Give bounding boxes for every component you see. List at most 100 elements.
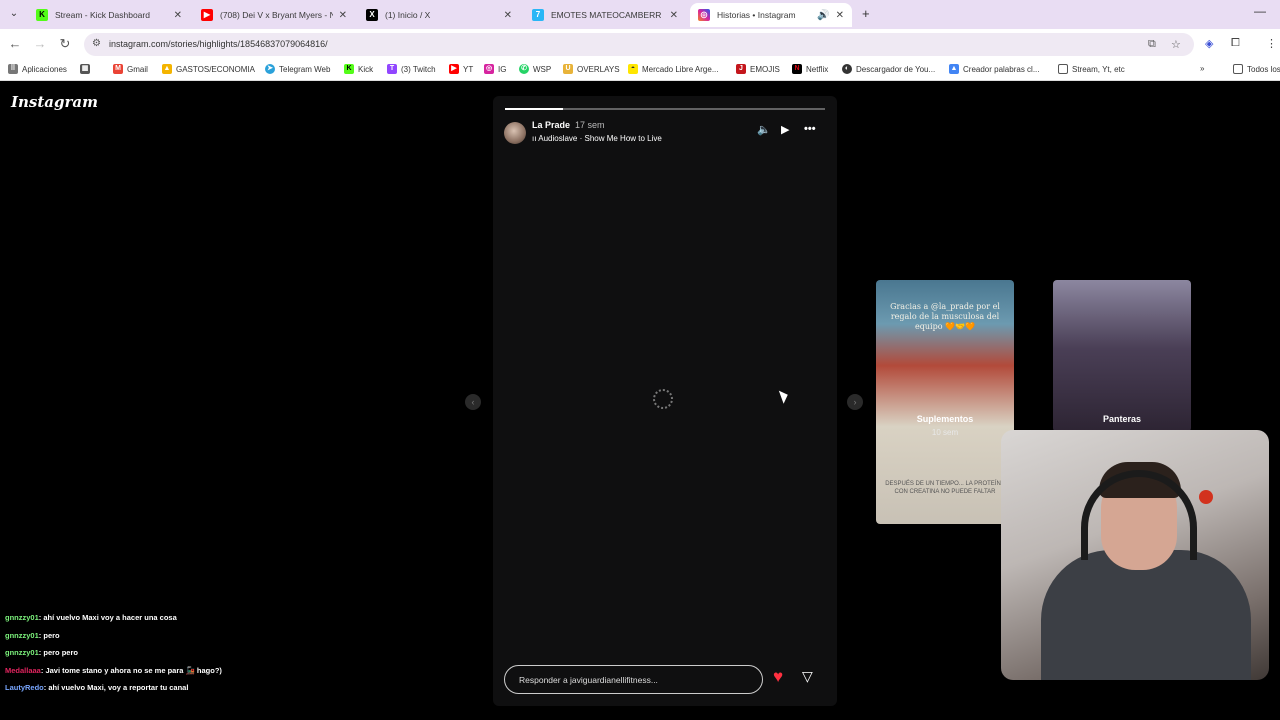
chat-message: LautyRedo: ahí vuelvo Maxi, voy a report…: [5, 683, 189, 692]
bookmark-gastos[interactable]: ▲ GASTOS/ECONOMIA: [162, 64, 255, 74]
bookmark-label: Descargador de You...: [856, 64, 936, 74]
youtube-icon: ▶: [201, 9, 213, 21]
highlight-footer: DESPUÉS DE UN TIEMPO... LA PROTEÍNA CON …: [885, 481, 1005, 495]
tab-7tv[interactable]: 7 EMOTES MATEOCAMBERR - 7T ✕: [524, 3, 686, 27]
bookmark-overlays[interactable]: U OVERLAYS: [563, 64, 620, 74]
reload-icon[interactable]: ↻: [57, 36, 73, 52]
mercadolibre-icon: ◓: [628, 64, 638, 74]
bookmark-creador[interactable]: ▲ Creador palabras cl...: [949, 64, 1039, 74]
tab-youtube[interactable]: ▶ (708) Dei V x Bryant Myers - NC ✕: [193, 3, 355, 27]
bookmark-folder-all[interactable]: Todos los: [1233, 64, 1280, 74]
bookmark-label: Todos los: [1247, 64, 1280, 74]
play-icon[interactable]: ▶: [781, 123, 789, 136]
bookmark-label: Telegram Web: [279, 64, 331, 74]
extensions-puzzle-icon[interactable]: ⧠: [1231, 37, 1240, 50]
bookmark-label: Gmail: [127, 64, 148, 74]
instagram-icon: ◎: [698, 9, 710, 21]
bookmark-folder-stream[interactable]: Stream, Yt, etc: [1058, 64, 1125, 74]
bookmark-ig[interactable]: ◎ IG: [484, 64, 506, 74]
instagram-logo[interactable]: Instagram: [11, 93, 98, 111]
more-options-icon[interactable]: •••: [804, 123, 816, 135]
kick-icon: K: [36, 9, 48, 21]
tab-title: EMOTES MATEOCAMBERR - 7T: [551, 10, 664, 20]
bookmark-kick[interactable]: K Kick: [344, 64, 373, 74]
tab-title: Historias • Instagram: [717, 10, 796, 20]
chat-username: gnnzzy01: [5, 648, 39, 657]
highlight-name: Panteras: [1102, 414, 1142, 424]
7tv-icon: 7: [532, 9, 544, 21]
gmail-icon: M: [113, 64, 123, 74]
bookmark-grid[interactable]: ▦: [80, 64, 94, 74]
tab-strip: ⌄ K Stream - Kick Dashboard ✕ ▶ (708) De…: [0, 0, 1280, 29]
netflix-icon: N: [792, 64, 802, 74]
whatsapp-icon: ✆: [519, 64, 529, 74]
bookmark-yt[interactable]: ▶ YT: [449, 64, 473, 74]
install-app-icon[interactable]: ⧉: [1148, 38, 1156, 51]
instagram-icon: ◎: [484, 64, 494, 74]
bookmark-label: EMOJIS: [750, 64, 780, 74]
telegram-icon: ➤: [265, 64, 275, 74]
speaker-icon[interactable]: 🔊: [817, 10, 829, 21]
highlight-card-panteras[interactable]: Panteras: [1053, 280, 1191, 432]
close-icon[interactable]: ✕: [836, 10, 844, 21]
bookmark-gmail[interactable]: M Gmail: [113, 64, 148, 74]
share-send-icon[interactable]: ▽: [802, 668, 813, 685]
chat-text: ahí vuelvo Maxi voy a hacer una cosa: [43, 613, 177, 622]
story-progress-fill: [505, 108, 563, 110]
reply-placeholder: Responder a javiguardianellifitness...: [519, 675, 658, 685]
reply-input[interactable]: Responder a javiguardianellifitness...: [504, 665, 763, 694]
close-icon[interactable]: ✕: [504, 10, 512, 21]
bookmark-mercado-libre[interactable]: ◓ Mercado Libre Arge...: [628, 64, 718, 74]
drive-icon: ▲: [162, 64, 172, 74]
bookmark-descargador[interactable]: ◐ Descargador de You...: [842, 64, 935, 74]
bookmark-twitch[interactable]: T (3) Twitch: [387, 64, 436, 74]
new-tab-button[interactable]: +: [862, 6, 870, 21]
minimize-icon[interactable]: —: [1254, 4, 1266, 18]
loading-spinner-icon: [653, 389, 673, 409]
close-icon[interactable]: ✕: [670, 10, 678, 21]
bookmark-emojis[interactable]: J EMOJIS: [736, 64, 780, 74]
story-time: 17 sem: [575, 120, 605, 130]
story-username[interactable]: La Prade: [532, 120, 570, 130]
ads-icon: ▲: [949, 64, 959, 74]
bookmark-star-icon[interactable]: ☆: [1171, 38, 1181, 51]
bookmark-wsp[interactable]: ✆ WSP: [519, 64, 551, 74]
chat-text: pero pero: [43, 648, 78, 657]
highlight-name: Suplementos: [916, 414, 974, 424]
previous-story-arrow-icon[interactable]: ‹: [465, 394, 481, 410]
tab-kick-dashboard[interactable]: K Stream - Kick Dashboard ✕: [28, 3, 190, 27]
forward-icon[interactable]: →: [32, 36, 48, 51]
tab-search-icon[interactable]: ⌄: [6, 6, 22, 22]
folder-icon: [1058, 64, 1068, 74]
close-icon[interactable]: ✕: [174, 10, 182, 21]
bookmark-telegram[interactable]: ➤ Telegram Web: [265, 64, 330, 74]
site-info-icon[interactable]: ⚙: [92, 38, 101, 49]
chat-text: Javi tome stano y ahora no se me para 🚂 …: [45, 665, 222, 675]
address-bar[interactable]: ⚙ instagram.com/stories/highlights/18546…: [84, 33, 1194, 56]
close-icon[interactable]: ✕: [339, 10, 347, 21]
tab-instagram[interactable]: ◎ Historias • Instagram 🔊 ✕: [690, 3, 852, 27]
menu-icon[interactable]: ⋮: [1266, 37, 1277, 50]
bookmark-aplicaciones[interactable]: ⠿ Aplicaciones: [8, 64, 67, 74]
avatar[interactable]: [504, 122, 526, 144]
bookmark-netflix[interactable]: N Netflix: [792, 64, 828, 74]
tab-x[interactable]: X (1) Inicio / X ✕: [358, 3, 520, 27]
like-heart-icon[interactable]: ♥: [773, 667, 783, 687]
highlight-card-suplementos[interactable]: Gracias a @la_prade por el regalo de la …: [876, 280, 1014, 524]
bookmark-label: Creador palabras cl...: [963, 64, 1040, 74]
audio-label: Audioslave · Show Me How to Live: [538, 134, 662, 143]
bookmark-label: WSP: [533, 64, 552, 74]
kick-icon: K: [344, 64, 354, 74]
story-audio[interactable]: ıı Audioslave · Show Me How to Live: [532, 134, 662, 143]
next-story-arrow-icon[interactable]: ›: [847, 394, 863, 410]
more-bookmarks-icon[interactable]: »: [1200, 64, 1204, 73]
extension-icon[interactable]: ◈: [1205, 37, 1213, 50]
bookmark-label: Kick: [358, 64, 374, 74]
tab-title: Stream - Kick Dashboard: [55, 10, 150, 20]
emojis-icon: J: [736, 64, 746, 74]
chat-message: gnnzzy01: pero pero: [5, 648, 78, 657]
volume-icon[interactable]: 🔈: [757, 123, 771, 136]
back-icon[interactable]: ←: [7, 36, 23, 51]
url-text[interactable]: instagram.com/stories/highlights/1854683…: [109, 39, 328, 49]
grid-icon: ▦: [80, 64, 90, 74]
